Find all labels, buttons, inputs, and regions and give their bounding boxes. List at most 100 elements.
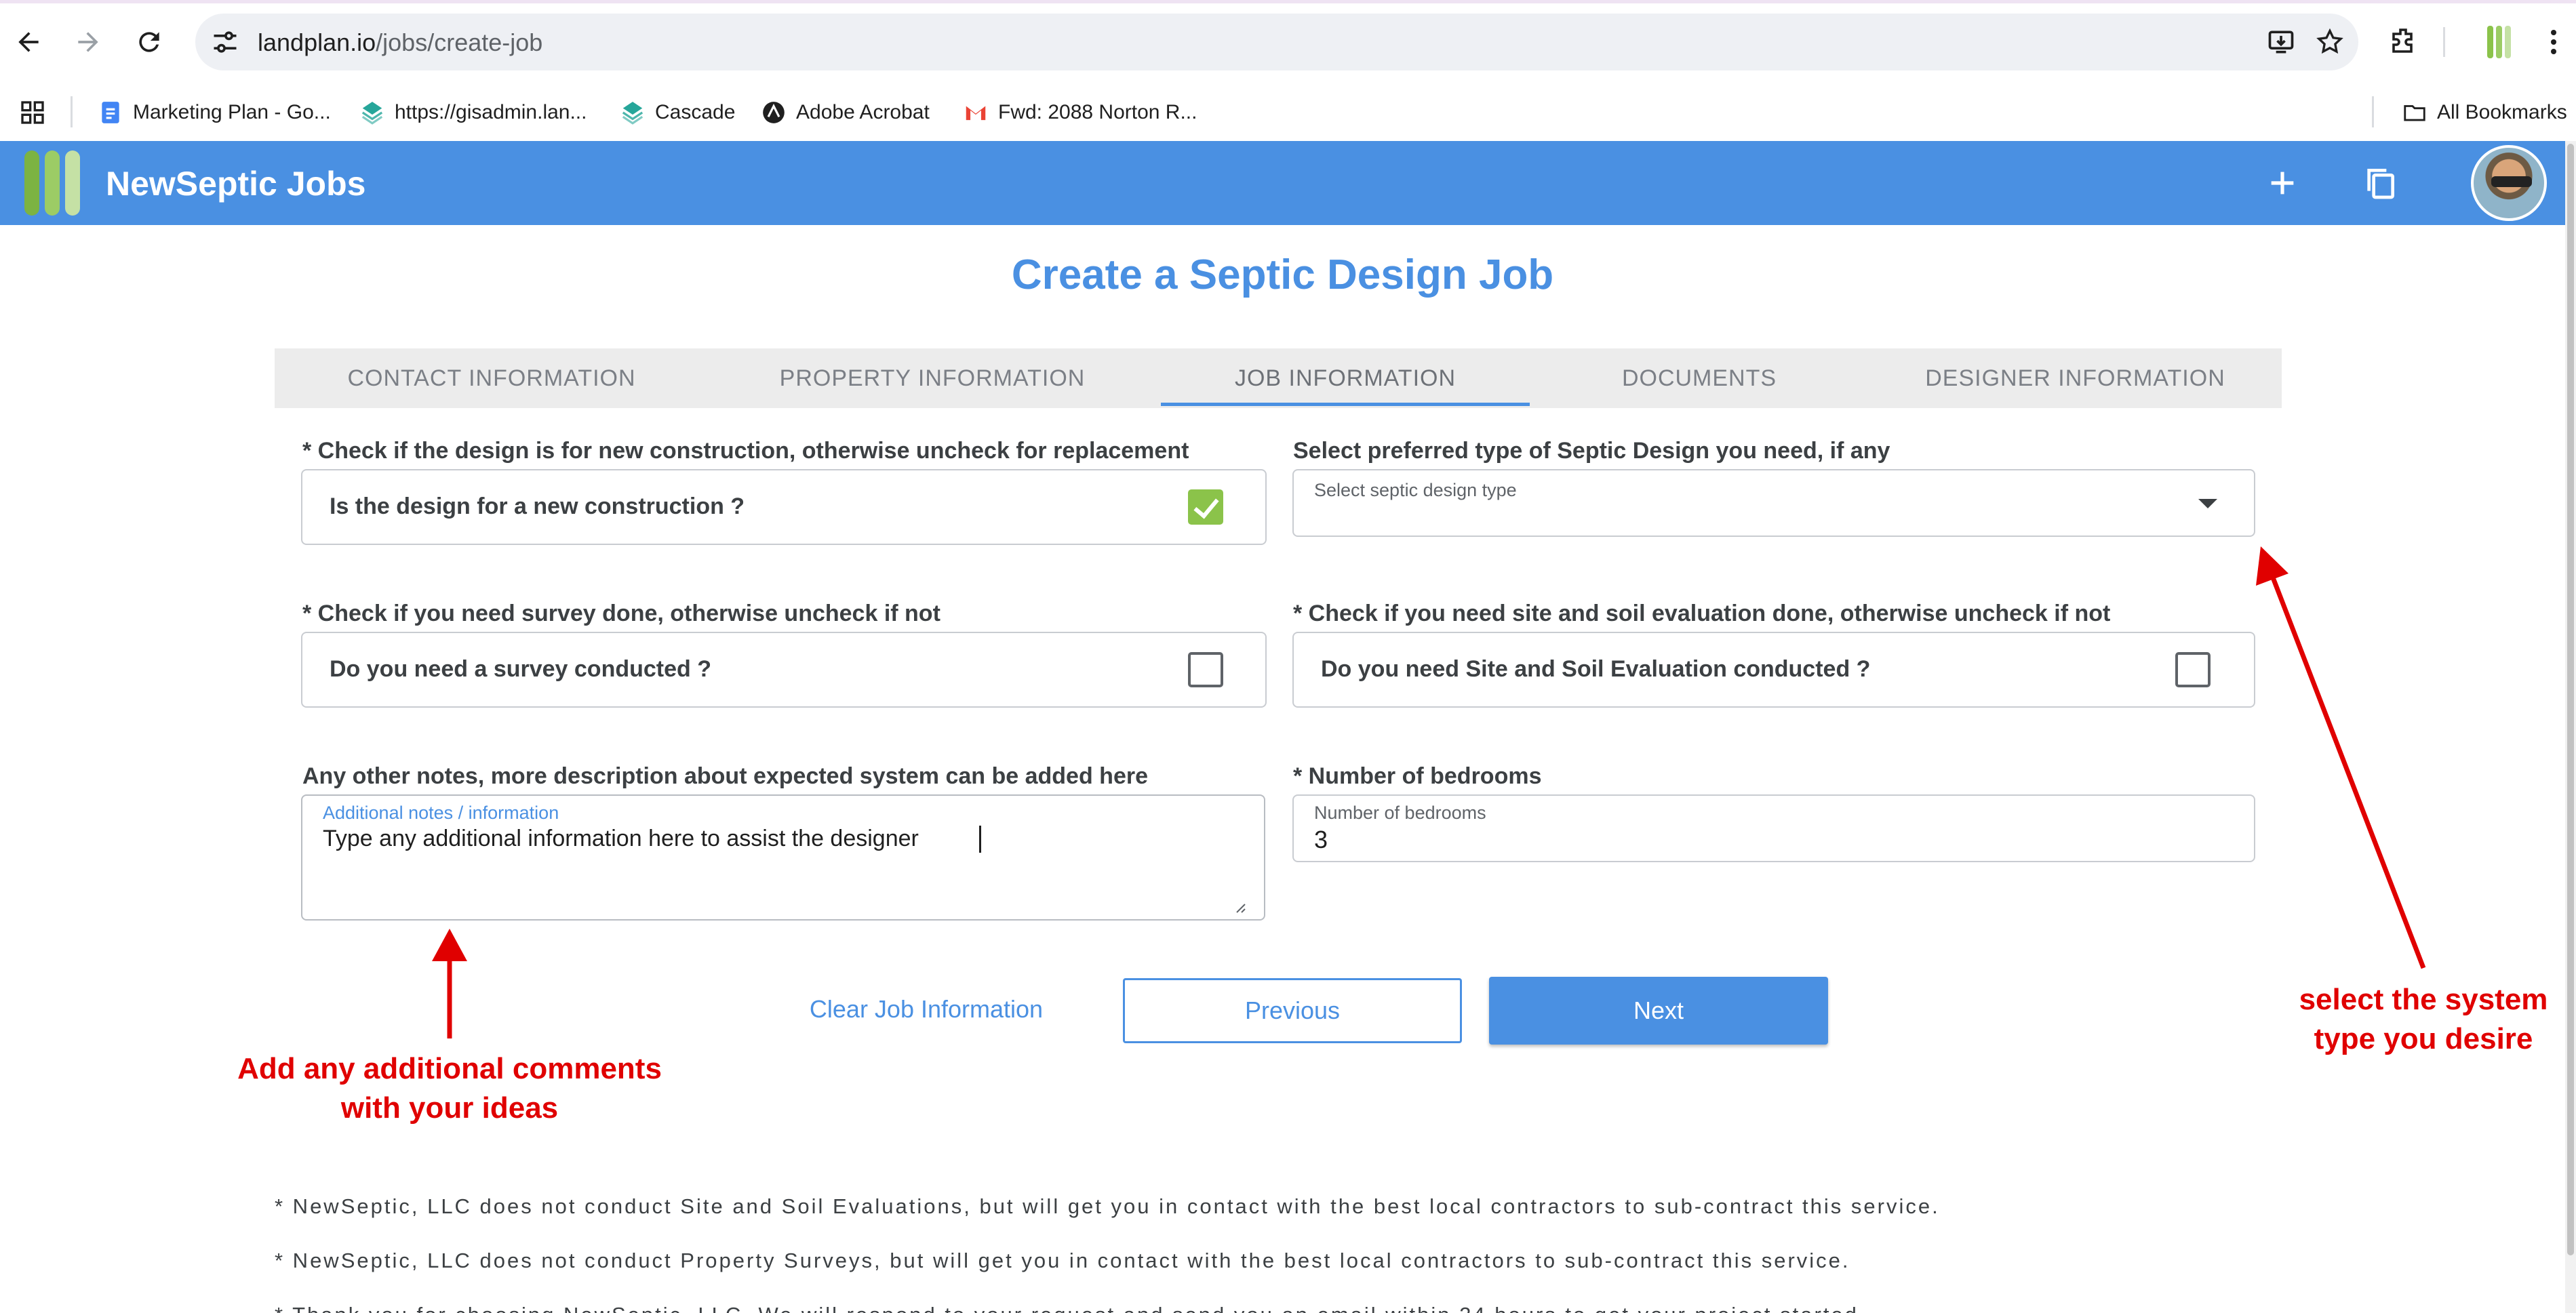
notes-field-label: Additional notes / information <box>323 803 559 823</box>
bookmark-label: Marketing Plan - Go... <box>133 101 331 123</box>
google-docs-icon <box>102 102 119 123</box>
map-globe-icon <box>622 102 643 125</box>
url-host: landplan.io <box>258 28 376 56</box>
acrobat-icon <box>763 102 785 123</box>
notes-value: Type any additional information here to … <box>323 826 919 851</box>
tab-contact-information[interactable]: CONTACT INFORMATION <box>275 348 709 408</box>
survey-field[interactable]: Do you need a survey conducted ? <box>301 632 1267 708</box>
browser-toolbar: landplan.io/jobs/create-job <box>0 0 2576 84</box>
notes-annotation-line2: with your ideas <box>340 1091 559 1125</box>
back-arrow-icon <box>18 32 39 52</box>
new-construction-question: Is the design for a new construction ? <box>330 493 745 519</box>
design-type-annotation-line2: type you desire <box>2314 1022 2533 1055</box>
forward-arrow-icon <box>78 32 98 52</box>
copy-icon <box>2367 169 2394 199</box>
survey-label: * Check if you need survey done, otherwi… <box>302 601 940 626</box>
bedrooms-value: 3 <box>1314 826 1328 853</box>
bookmark-label: Cascade <box>655 101 736 123</box>
design-type-select[interactable]: Select septic design type <box>1292 469 2255 537</box>
design-type-placeholder: Select septic design type <box>1314 480 1517 500</box>
avatar-sunglasses <box>2491 176 2532 187</box>
survey-checkbox[interactable] <box>1188 652 1223 687</box>
site-soil-checkbox[interactable] <box>2175 652 2211 687</box>
footnote-survey: * NewSeptic, LLC does not conduct Proper… <box>275 1249 1850 1272</box>
bedrooms-field-label: Number of bedrooms <box>1314 803 1486 823</box>
bookmarks-bar: Marketing Plan - Go... https://gisadmin.… <box>0 84 2576 141</box>
folder-icon <box>2404 105 2425 121</box>
notes-textarea[interactable]: Additional notes / information Type any … <box>301 794 1265 921</box>
map-globe-icon <box>361 102 383 125</box>
gmail-icon <box>966 106 986 121</box>
tab-property-information[interactable]: PROPERTY INFORMATION <box>709 348 1156 408</box>
active-tab-indicator <box>1161 403 1530 406</box>
app-title: NewSeptic Jobs <box>106 165 366 203</box>
tab-documents[interactable]: DOCUMENTS <box>1530 348 1869 408</box>
clear-job-button[interactable]: Clear Job Information <box>792 978 1061 1041</box>
browser-menu-icon[interactable] <box>2541 26 2566 58</box>
bookmarks-divider <box>71 96 73 127</box>
page-scrollbar[interactable] <box>2565 141 2576 1313</box>
add-job-button[interactable] <box>2262 163 2303 203</box>
tab-job-information[interactable]: JOB INFORMATION <box>1161 348 1530 408</box>
tab-strip-edge <box>0 0 2576 3</box>
extensions-icon[interactable] <box>2387 26 2419 58</box>
apps-grid-icon[interactable] <box>19 99 46 126</box>
wizard-tabs: CONTACT INFORMATION PROPERTY INFORMATION… <box>275 348 2282 408</box>
plus-icon <box>2271 171 2294 195</box>
user-avatar[interactable] <box>2471 145 2547 221</box>
bookmarks-divider <box>2372 96 2374 127</box>
new-construction-field[interactable]: Is the design for a new construction ? <box>301 469 1267 545</box>
notes-annotation-line1: Add any additional comments <box>237 1052 662 1085</box>
bedrooms-label: * Number of bedrooms <box>1293 763 1542 789</box>
new-construction-label: * Check if the design is for new constru… <box>302 438 1189 464</box>
bookmark-item[interactable]: Adobe Acrobat <box>761 84 930 141</box>
site-soil-field[interactable]: Do you need Site and Soil Evaluation con… <box>1292 632 2255 708</box>
copy-job-button[interactable] <box>2360 163 2400 203</box>
design-type-annotation: select the system type you desire <box>2276 980 2571 1059</box>
bookmark-item[interactable]: Marketing Plan - Go... <box>98 84 331 141</box>
all-bookmarks-label: All Bookmarks <box>2437 101 2567 123</box>
footnote-site-soil: * NewSeptic, LLC does not conduct Site a… <box>275 1194 1940 1218</box>
app-logo <box>24 150 81 216</box>
bookmark-item[interactable]: https://gisadmin.lan... <box>359 84 587 141</box>
new-construction-checkbox[interactable] <box>1188 489 1223 525</box>
bookmark-star-icon[interactable] <box>2315 27 2345 57</box>
bedrooms-input[interactable]: Number of bedrooms 3 <box>1292 794 2255 862</box>
page-title: Create a Septic Design Job <box>1011 251 1554 298</box>
site-soil-question: Do you need Site and Soil Evaluation con… <box>1321 656 1871 682</box>
url-path: /jobs/create-job <box>376 28 543 56</box>
newseptic-extension-icon[interactable] <box>2487 26 2512 58</box>
resize-handle-icon[interactable] <box>1230 897 1246 914</box>
bookmark-item[interactable]: Fwd: 2088 Norton R... <box>963 84 1197 141</box>
app-header: NewSeptic Jobs <box>0 141 2565 225</box>
next-button[interactable]: Next <box>1489 977 1828 1045</box>
url-text: landplan.io/jobs/create-job <box>258 28 542 57</box>
back-button[interactable] <box>8 22 49 62</box>
footnote-thank-you: * Thank you for choosing NewSeptic, LLC.… <box>275 1303 1867 1313</box>
bookmark-label: Fwd: 2088 Norton R... <box>998 101 1197 123</box>
toolbar-divider <box>2443 27 2445 57</box>
install-app-icon[interactable] <box>2266 27 2296 57</box>
tab-designer-information[interactable]: DESIGNER INFORMATION <box>1869 348 2282 408</box>
bookmark-item[interactable]: Cascade <box>620 84 735 141</box>
notes-arrow <box>432 929 467 1038</box>
site-settings-icon[interactable] <box>210 27 240 57</box>
forward-button[interactable] <box>68 22 108 62</box>
previous-button[interactable]: Previous <box>1123 978 1462 1043</box>
bookmark-label: https://gisadmin.lan... <box>395 101 587 123</box>
design-type-label: Select preferred type of Septic Design y… <box>1293 438 1890 464</box>
notes-label: Any other notes, more description about … <box>302 763 1148 789</box>
site-soil-label: * Check if you need site and soil evalua… <box>1293 601 2111 626</box>
survey-question: Do you need a survey conducted ? <box>330 656 712 682</box>
all-bookmarks-button[interactable]: All Bookmarks <box>2402 84 2567 141</box>
chevron-down-icon <box>2198 499 2217 508</box>
reload-button[interactable] <box>129 22 170 62</box>
reload-icon <box>139 32 159 52</box>
address-bar[interactable]: landplan.io/jobs/create-job <box>195 14 2358 70</box>
design-type-annotation-line1: select the system <box>2299 983 2548 1016</box>
scrollbar-thumb[interactable] <box>2567 144 2574 1255</box>
notes-annotation: Add any additional comments with your id… <box>224 1049 675 1128</box>
design-type-arrow <box>2256 546 2426 969</box>
text-cursor <box>979 826 981 853</box>
bookmark-label: Adobe Acrobat <box>796 101 930 123</box>
